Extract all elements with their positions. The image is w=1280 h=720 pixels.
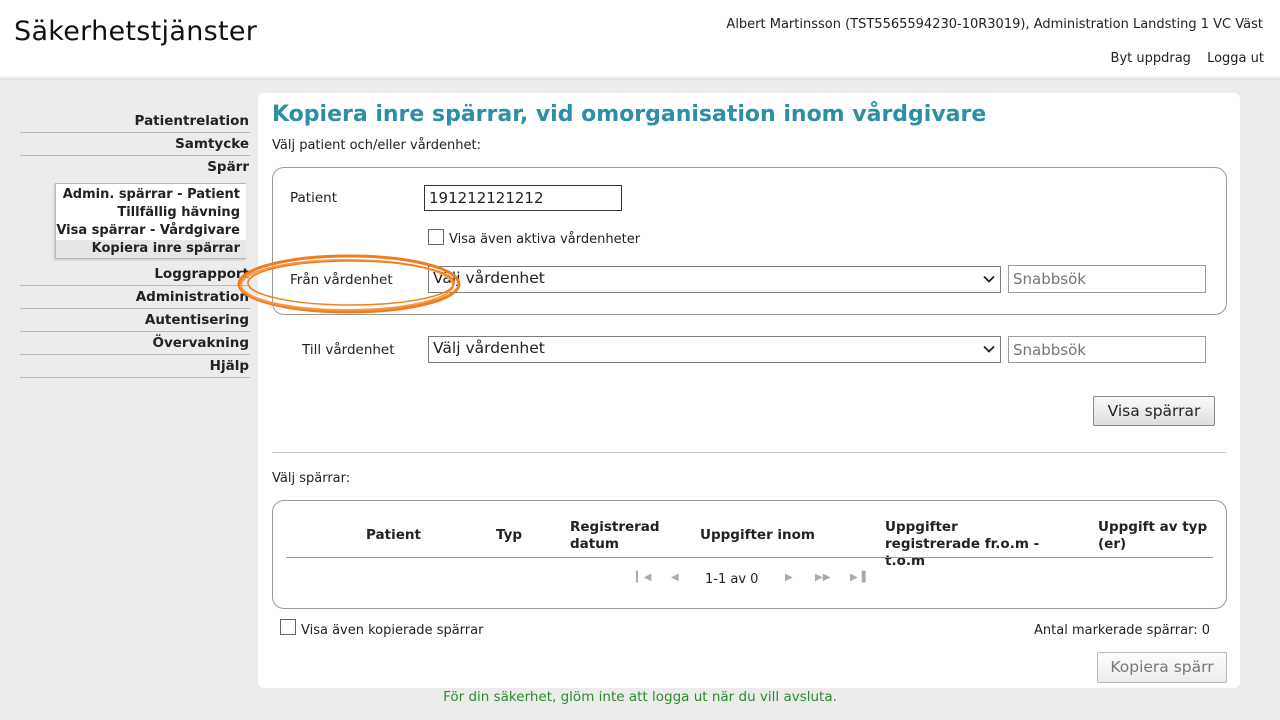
sidebar-item-sparr[interactable]: Spärr bbox=[20, 156, 250, 179]
subnav-item-kopiera-inre-sparrar[interactable]: Kopiera inre spärrar bbox=[56, 240, 246, 258]
patient-id-input[interactable] bbox=[424, 185, 622, 211]
to-unit-select-value: Välj vårdenhet bbox=[433, 339, 545, 357]
sidebar-item-autentisering[interactable]: Autentisering bbox=[20, 309, 250, 332]
show-copied-blocks-checkbox[interactable] bbox=[280, 619, 296, 635]
switch-assignment-link[interactable]: Byt uppdrag bbox=[1111, 51, 1191, 66]
show-copied-blocks-label: Visa även kopierade spärrar bbox=[301, 623, 484, 638]
show-active-units-checkbox[interactable] bbox=[428, 229, 444, 245]
subnav-item-tillfallig-havning[interactable]: Tillfällig hävning bbox=[56, 204, 246, 222]
col-header-registrerad-datum[interactable]: Registrerad datum bbox=[570, 519, 665, 553]
sidebar-subnav-sparr: Admin. spärrar - Patient Tillfällig hävn… bbox=[55, 183, 246, 259]
blocks-table-box bbox=[272, 500, 1227, 609]
app-title: Säkerhetstjänster bbox=[14, 16, 258, 47]
pager-prev-icon[interactable]: ◀ bbox=[671, 572, 679, 583]
pager-status: 1-1 av 0 bbox=[705, 572, 759, 587]
selection-instructions: Välj patient och/eller vårdenhet: bbox=[272, 138, 481, 153]
sidebar-item-administration[interactable]: Administration bbox=[20, 286, 250, 309]
sidebar-item-hjalp[interactable]: Hjälp bbox=[20, 355, 250, 378]
chevron-down-icon bbox=[983, 275, 995, 283]
user-info: Albert Martinsson (TST5565594230-10R3019… bbox=[726, 17, 1263, 32]
col-header-uppgifter-inom[interactable]: Uppgifter inom bbox=[700, 527, 815, 544]
show-active-units-label: Visa även aktiva vårdenheter bbox=[449, 232, 641, 247]
choose-blocks-label: Välj spärrar: bbox=[272, 471, 351, 486]
to-unit-label: Till vårdenhet bbox=[302, 342, 395, 358]
sidebar-item-samtycke[interactable]: Samtycke bbox=[20, 133, 250, 156]
to-unit-quick-search[interactable] bbox=[1008, 336, 1206, 363]
subnav-item-visa-sparrar[interactable]: Visa spärrar - Vårdgivare bbox=[56, 222, 246, 240]
sidebar-item-overvakning[interactable]: Övervakning bbox=[20, 332, 250, 355]
from-unit-select-value: Välj vårdenhet bbox=[433, 269, 545, 287]
pager-next-icon[interactable]: ▶ bbox=[785, 572, 793, 583]
top-links: Byt uppdrag Logga ut bbox=[1099, 51, 1264, 66]
col-header-uppgifter-registrerade[interactable]: Uppgifter registrerade fr.o.m - t.o.m bbox=[885, 519, 1057, 570]
header-divider bbox=[0, 76, 1280, 80]
page-title: Kopiera inre spärrar, vid omorganisation… bbox=[272, 102, 987, 127]
pager-last-icon[interactable]: ▶▐ bbox=[850, 572, 865, 583]
subnav-item-admin-sparrar[interactable]: Admin. spärrar - Patient bbox=[56, 186, 246, 204]
from-unit-select[interactable]: Välj vårdenhet bbox=[428, 266, 1001, 293]
col-header-patient[interactable]: Patient bbox=[366, 527, 421, 544]
security-reminder: För din säkerhet, glöm inte att logga ut… bbox=[443, 689, 837, 705]
logout-link[interactable]: Logga ut bbox=[1207, 51, 1264, 66]
pager-forward-icon[interactable]: ▶▶ bbox=[815, 572, 830, 583]
main-panel: Kopiera inre spärrar, vid omorganisation… bbox=[258, 93, 1240, 688]
patient-label: Patient bbox=[290, 190, 338, 206]
sidebar-item-patientrelation[interactable]: Patientrelation bbox=[20, 110, 250, 133]
section-divider bbox=[272, 452, 1226, 453]
from-unit-label: Från vårdenhet bbox=[290, 272, 393, 288]
to-unit-select[interactable]: Välj vårdenhet bbox=[428, 336, 1001, 363]
show-blocks-button[interactable]: Visa spärrar bbox=[1093, 396, 1215, 426]
col-header-uppgift-av-typ[interactable]: Uppgift av typ (er) bbox=[1098, 519, 1216, 553]
marked-blocks-count: Antal markerade spärrar: 0 bbox=[1034, 623, 1210, 638]
pager-first-icon[interactable]: ▎◀ bbox=[636, 572, 651, 583]
col-header-typ[interactable]: Typ bbox=[496, 527, 522, 544]
from-unit-quick-search[interactable] bbox=[1008, 265, 1206, 293]
copy-block-button[interactable]: Kopiera spärr bbox=[1097, 652, 1227, 683]
sidebar-nav: Patientrelation Samtycke Spärr Admin. sp… bbox=[0, 110, 250, 378]
sidebar-item-loggrapport[interactable]: Loggrapport bbox=[20, 263, 250, 286]
table-header-rule bbox=[286, 557, 1213, 558]
chevron-down-icon bbox=[983, 345, 995, 353]
